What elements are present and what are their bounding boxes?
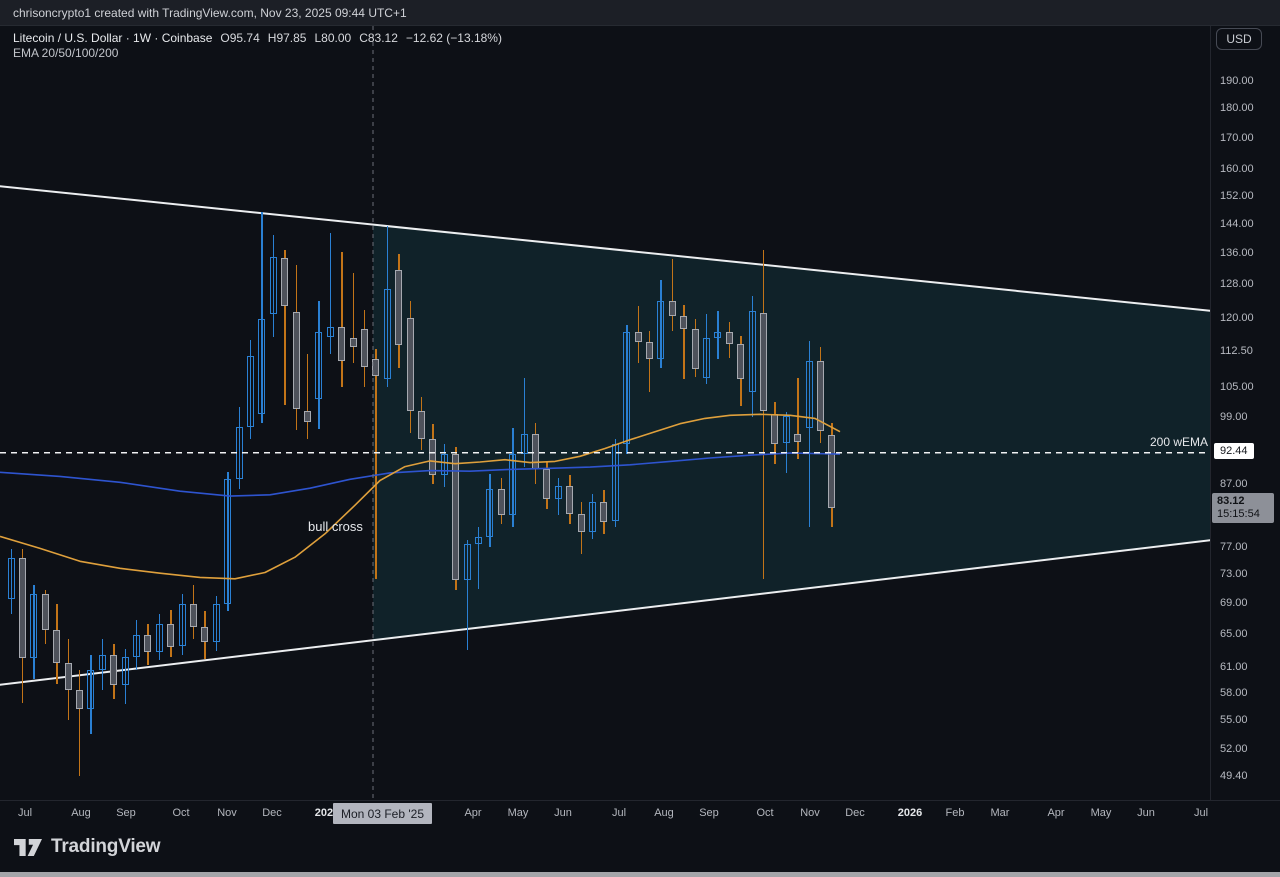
price-tick-label: 160.00 [1220, 163, 1254, 175]
price-tick-label: 69.00 [1220, 597, 1248, 609]
time-tick-label: Dec [845, 807, 865, 819]
price-tick-label: 58.00 [1220, 687, 1248, 699]
price-tick-label: 190.00 [1220, 75, 1254, 87]
tradingview-logo-icon [14, 838, 42, 857]
time-tick-label: Mar [991, 807, 1010, 819]
ohlc-high: H97.85 [268, 31, 307, 45]
ohlc-close: C83.12 [359, 31, 398, 45]
time-axis-crosshair-label: Mon 03 Feb '25 [333, 803, 432, 824]
price-tick-label: 170.00 [1220, 132, 1254, 144]
bottom-scroll-strip [0, 872, 1280, 877]
price-tick-label: 105.00 [1220, 381, 1254, 393]
price-tick-label: 65.00 [1220, 628, 1248, 640]
indicator-legend[interactable]: EMA 20/50/100/200 [13, 46, 502, 61]
chart-canvas[interactable]: Litecoin / U.S. Dollar · 1W · Coinbase O9… [0, 26, 1210, 800]
time-tick-label: 2026 [898, 807, 922, 819]
price-tick-label: 55.00 [1220, 714, 1248, 726]
time-tick-label: May [1091, 807, 1112, 819]
price-axis[interactable]: 92.44 83.12 15:15:54 190.00 180.00 170.00 1… [1210, 26, 1280, 800]
time-tick-label: May [508, 807, 529, 819]
chart-pane: Litecoin / U.S. Dollar · 1W · Coinbase O9… [0, 26, 1280, 800]
price-tick-label: 49.40 [1220, 770, 1248, 782]
ohlc-low: L80.00 [314, 31, 351, 45]
ema-line-label: 200 wEMA [1140, 435, 1208, 449]
price-tick-label: 61.00 [1220, 661, 1248, 673]
price-tick-label: 152.00 [1220, 190, 1254, 202]
tradingview-logo[interactable]: TradingView [14, 836, 160, 858]
time-tick-label: Nov [800, 807, 820, 819]
price-tick-label: 87.00 [1220, 478, 1248, 490]
time-tick-label: Jul [1194, 807, 1208, 819]
bar-countdown: 15:15:54 [1217, 508, 1269, 521]
time-tick-label: Apr [1047, 807, 1064, 819]
price-tick-label: 52.00 [1220, 743, 1248, 755]
time-axis[interactable]: Mon 03 Feb '25 JulAugSepOctNovDec2025Mar… [0, 800, 1280, 827]
time-tick-label: Jul [18, 807, 32, 819]
time-tick-label: Dec [262, 807, 282, 819]
price-tick-label: 112.50 [1220, 345, 1253, 357]
symbol-title: Litecoin / U.S. Dollar · 1W · Coinbase [13, 31, 212, 45]
time-tick-label: Sep [699, 807, 719, 819]
snapshot-attribution-bar: chrisoncrypto1 created with TradingView.… [0, 0, 1280, 26]
bull-cross-label: bull cross [308, 519, 363, 534]
chart-legend[interactable]: Litecoin / U.S. Dollar · 1W · Coinbase O9… [13, 31, 502, 61]
time-tick-label: Aug [654, 807, 674, 819]
time-tick-label: Nov [217, 807, 237, 819]
time-tick-label: Apr [464, 807, 481, 819]
symbol-row: Litecoin / U.S. Dollar · 1W · Coinbase O9… [13, 31, 502, 46]
time-tick-label: Aug [71, 807, 91, 819]
price-tick-label: 99.00 [1220, 411, 1248, 423]
price-tick-label: 73.00 [1220, 568, 1248, 580]
footer-bar: TradingView [0, 826, 1280, 877]
price-line-label: 92.44 [1214, 443, 1254, 459]
tradingview-snapshot: { "topbar": { "text": "chrisoncrypto1 cr… [0, 0, 1280, 877]
attribution-text: chrisoncrypto1 created with TradingView.… [13, 6, 407, 20]
time-tick-label: Feb [946, 807, 965, 819]
indicator-line-layer [0, 26, 1210, 800]
time-tick-label: Jun [554, 807, 572, 819]
currency-toggle-button[interactable]: USD [1216, 28, 1262, 50]
time-tick-label: Jul [612, 807, 626, 819]
ohlc-change: −12.62 (−13.18%) [406, 31, 502, 45]
price-tick-label: 136.00 [1220, 247, 1254, 259]
last-price-label: 83.12 15:15:54 [1212, 493, 1274, 523]
last-price-value: 83.12 [1217, 495, 1269, 508]
time-tick-label: Jun [1137, 807, 1155, 819]
price-tick-label: 128.00 [1220, 278, 1254, 290]
price-tick-label: 120.00 [1220, 312, 1254, 324]
price-tick-label: 144.00 [1220, 218, 1254, 230]
currency-toggle-label: USD [1226, 32, 1251, 46]
price-tick-label: 77.00 [1220, 541, 1248, 553]
ohlc-open: O95.74 [220, 31, 259, 45]
time-tick-label: Oct [172, 807, 189, 819]
time-tick-label: Sep [116, 807, 136, 819]
price-tick-label: 180.00 [1220, 102, 1254, 114]
tradingview-logo-text: TradingView [51, 836, 160, 858]
time-tick-label: Oct [756, 807, 773, 819]
